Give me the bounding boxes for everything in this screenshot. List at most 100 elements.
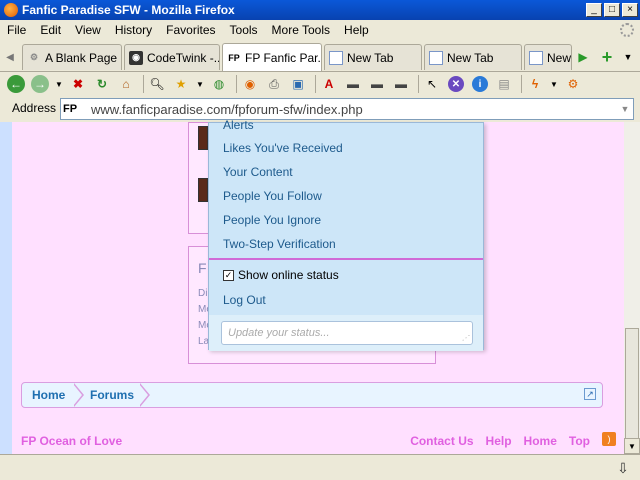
page-icon[interactable]: ▤ xyxy=(494,74,514,94)
tab-new-tab-2[interactable]: New Tab xyxy=(424,44,522,70)
monitor-icon[interactable]: ▬ xyxy=(367,74,387,94)
menu-view[interactable]: View xyxy=(68,23,108,37)
globe-icon[interactable]: ◍ xyxy=(209,74,229,94)
forward-arrow-icon: → xyxy=(31,75,49,93)
home-icon[interactable]: ⌂ xyxy=(116,74,136,94)
footer-links: Contact Us Help Home Top xyxy=(398,434,590,448)
page-left-margin xyxy=(0,122,12,454)
bookmarks-dropdown-icon[interactable]: ▼ xyxy=(195,74,205,94)
footer-site-name[interactable]: FP Ocean of Love xyxy=(21,434,122,448)
close-button[interactable]: × xyxy=(622,3,638,17)
online-status-checkbox[interactable]: ✓ xyxy=(223,269,234,281)
cursor-icon[interactable]: ↖ xyxy=(422,74,442,94)
menu-history[interactable]: History xyxy=(108,23,159,37)
print-icon[interactable]: ⎙ xyxy=(264,74,284,94)
menu-item-following[interactable]: People You Follow xyxy=(223,189,322,203)
monitor-icon[interactable]: ▬ xyxy=(343,74,363,94)
show-online-status-option[interactable]: ✓ Show online status xyxy=(223,268,339,282)
show-online-status-label: Show online status xyxy=(238,268,339,282)
gear-icon[interactable]: ⚙ xyxy=(563,74,583,94)
firefox-icon xyxy=(4,3,18,17)
address-label: Address xyxy=(12,101,57,115)
status-update-input[interactable]: Update your status... ⋰ xyxy=(221,321,473,345)
codetwink-icon: ◉ xyxy=(129,50,143,65)
forward-button[interactable]: → xyxy=(30,74,50,94)
firefox-icon[interactable]: ◉ xyxy=(240,74,260,94)
url-text[interactable]: www.fanficparadise.com/fpforum-sfw/index… xyxy=(85,102,617,117)
toolbar-divider xyxy=(143,75,144,93)
breadcrumb: Home Forums ↗ xyxy=(21,382,603,408)
star-icon[interactable]: ★ xyxy=(171,74,191,94)
footer-link-top[interactable]: Top xyxy=(569,434,590,448)
breadcrumb-home[interactable]: Home xyxy=(32,383,65,407)
search-icon[interactable]: 🔍︎ xyxy=(147,74,167,94)
avatar xyxy=(198,126,208,150)
window-icon[interactable]: ▣ xyxy=(288,74,308,94)
menu-item-alerts[interactable]: Alerts xyxy=(223,118,254,132)
font-icon[interactable]: A xyxy=(319,74,339,94)
breadcrumb-forums[interactable]: Forums xyxy=(90,383,134,407)
tab-new-tab-1[interactable]: New Tab xyxy=(324,44,422,70)
addon-dropdown-icon[interactable]: ▼ xyxy=(549,74,559,94)
tab-list-chevron-down-icon[interactable]: ▼ xyxy=(619,46,637,68)
menu-item-your-content[interactable]: Your Content xyxy=(223,165,293,179)
menu-edit[interactable]: Edit xyxy=(33,23,68,37)
vertical-scrollbar[interactable]: ▼ xyxy=(624,122,640,454)
block-icon[interactable]: ✕ xyxy=(446,74,466,94)
tab-fanfic-paradise[interactable]: FP FP Fanfic Par... ✕ xyxy=(222,43,322,71)
menu-tools[interactable]: Tools xyxy=(223,23,265,37)
scroll-down-icon[interactable]: ▼ xyxy=(624,438,640,454)
menu-file[interactable]: File xyxy=(0,23,33,37)
tab-scroll-left-icon[interactable]: ◀ xyxy=(2,46,18,68)
lightning-icon[interactable]: ϟ xyxy=(525,74,545,94)
tab-codetwink[interactable]: ◉ CodeTwink -... xyxy=(124,44,220,70)
info-icon[interactable]: i xyxy=(470,74,490,94)
status-placeholder: Update your status... xyxy=(228,327,330,339)
download-arrow-icon[interactable]: ⇩ xyxy=(614,459,632,477)
maximize-button[interactable]: □ xyxy=(604,3,620,17)
navigation-toolbar: ← → ▼ ✖ ↻ ⌂ 🔍︎ ★ ▼ ◍ ◉ ⎙ ▣ A ▬ ▬ ▬ ↖ ✕ i… xyxy=(0,72,640,96)
history-dropdown-icon[interactable]: ▼ xyxy=(54,74,64,94)
menu-item-ignoring[interactable]: People You Ignore xyxy=(223,213,321,227)
title-bar: Fanfic Paradise SFW - Mozilla Firefox _ … xyxy=(0,0,640,20)
tab-label: CodeTwink -... xyxy=(147,50,220,65)
gear-icon: ⚙ xyxy=(29,52,39,62)
resize-grip-icon[interactable]: ⋰ xyxy=(462,334,469,342)
site-favicon: FP xyxy=(63,103,78,115)
toolbar-divider xyxy=(236,75,237,93)
page-icon xyxy=(429,50,443,65)
tab-label: New xyxy=(547,50,572,65)
back-button[interactable]: ← xyxy=(6,74,26,94)
throbber-icon xyxy=(620,23,634,37)
tab-scroll-right-icon[interactable]: ▶ xyxy=(575,46,591,68)
jump-to-icon[interactable]: ↗ xyxy=(584,388,596,400)
reload-icon[interactable]: ↻ xyxy=(92,74,112,94)
account-dropdown-menu: Alerts Likes You've Received Your Conten… xyxy=(208,118,484,351)
menu-more-tools[interactable]: More Tools xyxy=(265,23,337,37)
footer-link-help[interactable]: Help xyxy=(486,434,512,448)
monitor-icon[interactable]: ▬ xyxy=(391,74,411,94)
menu-item-likes[interactable]: Likes You've Received xyxy=(223,141,343,155)
fp-icon: FP xyxy=(228,52,240,63)
stats-heading: F xyxy=(198,260,207,276)
toolbar-divider xyxy=(418,75,419,93)
menu-favorites[interactable]: Favorites xyxy=(159,23,222,37)
new-tab-plus-icon[interactable]: + xyxy=(597,46,617,68)
tab-label: New Tab xyxy=(347,50,394,65)
stats-row: Di xyxy=(198,288,208,299)
tab-bar: ◀ ⚙ A Blank Page ◉ CodeTwink -... FP FP … xyxy=(0,40,640,72)
footer-link-contact[interactable]: Contact Us xyxy=(410,434,473,448)
tab-new-tab-3[interactable]: New xyxy=(524,44,572,70)
url-field[interactable]: FP www.fanficparadise.com/fpforum-sfw/in… xyxy=(60,98,634,120)
scrollbar-thumb[interactable] xyxy=(625,328,639,440)
footer-link-home[interactable]: Home xyxy=(524,434,557,448)
tab-blank-page[interactable]: ⚙ A Blank Page xyxy=(22,44,122,70)
url-dropdown-icon[interactable]: ▼ xyxy=(617,104,633,114)
logout-link[interactable]: Log Out xyxy=(223,293,266,307)
menu-help[interactable]: Help xyxy=(337,23,376,37)
status-bar: ⇩ xyxy=(0,454,640,480)
menu-item-two-step[interactable]: Two-Step Verification xyxy=(223,237,336,251)
minimize-button[interactable]: _ xyxy=(586,3,602,17)
rss-icon[interactable]: ) xyxy=(602,432,616,446)
stop-icon[interactable]: ✖ xyxy=(68,74,88,94)
